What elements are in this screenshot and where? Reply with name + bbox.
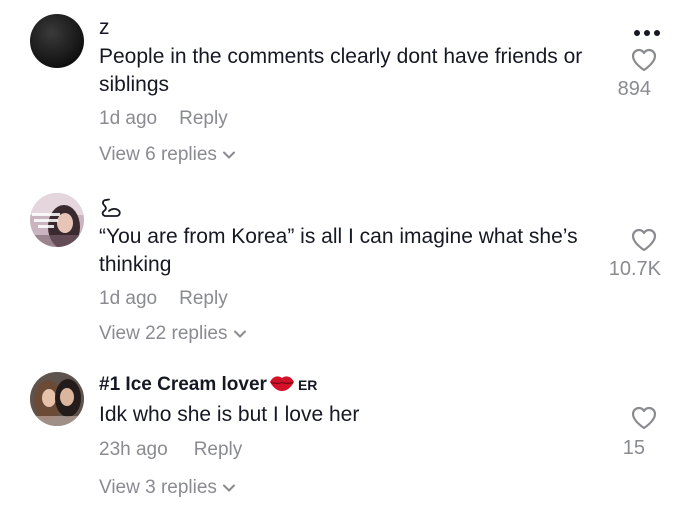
comment-meta: 1d ago Reply xyxy=(99,108,228,130)
heart-icon[interactable] xyxy=(631,48,657,77)
comment-username[interactable]: #1 Ice Cream lover ER xyxy=(99,374,317,396)
heart-icon[interactable] xyxy=(631,406,657,435)
comment-username[interactable] xyxy=(99,197,123,225)
avatar[interactable] xyxy=(30,14,84,68)
view-replies-label: View 22 replies xyxy=(99,323,228,344)
view-replies-button[interactable]: View 6 replies xyxy=(99,144,235,166)
comment-timestamp: 23h ago xyxy=(99,439,168,460)
like-group: 15 xyxy=(601,406,681,466)
lips-icon xyxy=(269,376,294,391)
comment-text: People in the comments clearly dont have… xyxy=(99,45,583,96)
username-text: #1 Ice Cream lover xyxy=(99,374,267,395)
reply-button[interactable]: Reply xyxy=(179,108,228,129)
chevron-down-icon xyxy=(222,484,235,492)
comment-timestamp: 1d ago xyxy=(99,108,158,129)
reply-button[interactable]: Reply xyxy=(194,439,243,460)
comment-item: #1 Ice Cream lover ER Idk who she is but… xyxy=(0,362,697,520)
comment-username[interactable]: z xyxy=(99,16,110,40)
comment-text: Idk who she is but I love her xyxy=(99,403,360,426)
swan-icon xyxy=(101,198,121,217)
comment-item: “You are from Korea” is all I can imagin… xyxy=(0,185,697,355)
reply-button[interactable]: Reply xyxy=(179,288,228,309)
chevron-down-icon xyxy=(222,151,235,159)
view-replies-label: View 3 replies xyxy=(99,477,217,498)
like-count: 894 xyxy=(617,78,651,100)
comment-meta: 1d ago Reply xyxy=(99,288,228,310)
view-replies-label: View 6 replies xyxy=(99,144,217,165)
avatar[interactable] xyxy=(30,193,84,247)
comment-text: “You are from Korea” is all I can imagin… xyxy=(99,225,578,276)
comment-meta: 23h ago Reply xyxy=(99,439,242,461)
heart-icon[interactable] xyxy=(631,228,657,257)
username-suffix: ER xyxy=(297,377,318,393)
avatar[interactable] xyxy=(30,372,84,426)
chevron-down-icon xyxy=(233,330,246,338)
view-replies-button[interactable]: View 3 replies xyxy=(99,477,235,499)
like-group: 10.7K xyxy=(601,228,681,288)
view-replies-button[interactable]: View 22 replies xyxy=(99,323,246,345)
comment-item: z People in the comments clearly dont ha… xyxy=(0,0,697,175)
like-count: 10.7K xyxy=(608,258,661,280)
like-group: 894 xyxy=(601,48,681,108)
comment-timestamp: 1d ago xyxy=(99,288,158,309)
like-count: 15 xyxy=(622,437,645,459)
